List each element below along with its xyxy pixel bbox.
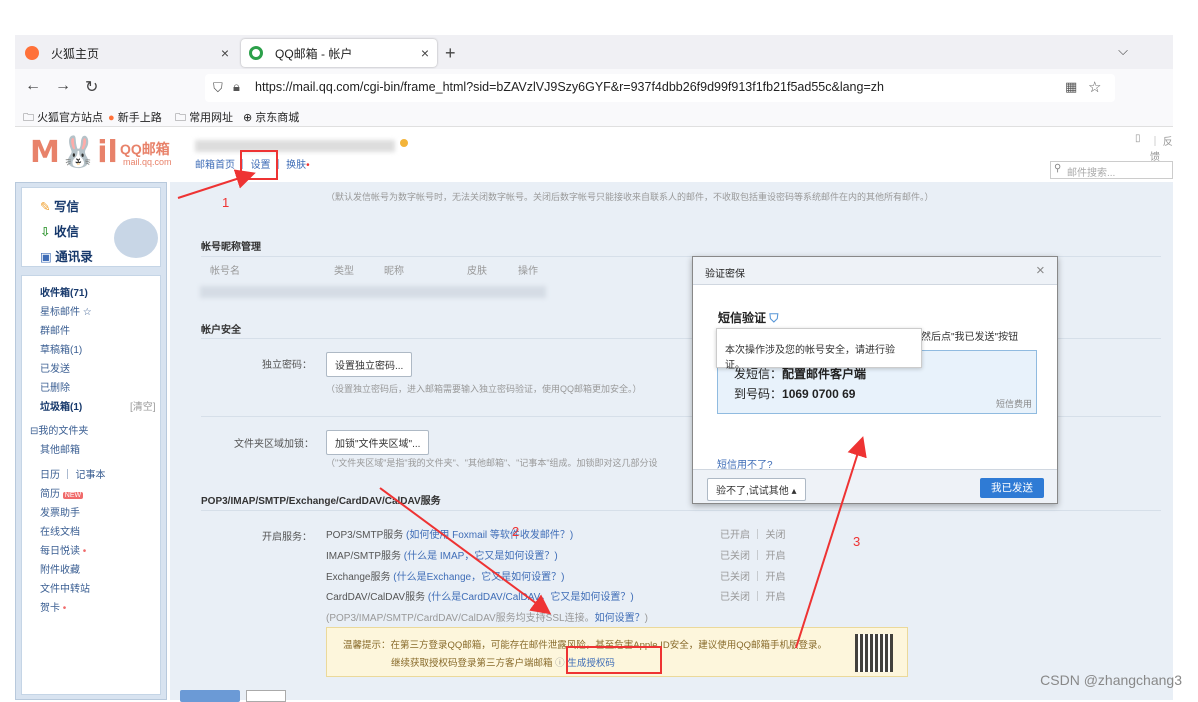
annotation-number: 1: [222, 195, 230, 210]
annotation-number: 2: [512, 524, 520, 539]
watermark: CSDN @zhangchang3: [1040, 672, 1182, 688]
annotation-arrows: [177, 169, 867, 649]
arrow-2: [379, 487, 552, 615]
arrow-1: [177, 169, 256, 199]
annotation-number: 3: [853, 534, 861, 549]
